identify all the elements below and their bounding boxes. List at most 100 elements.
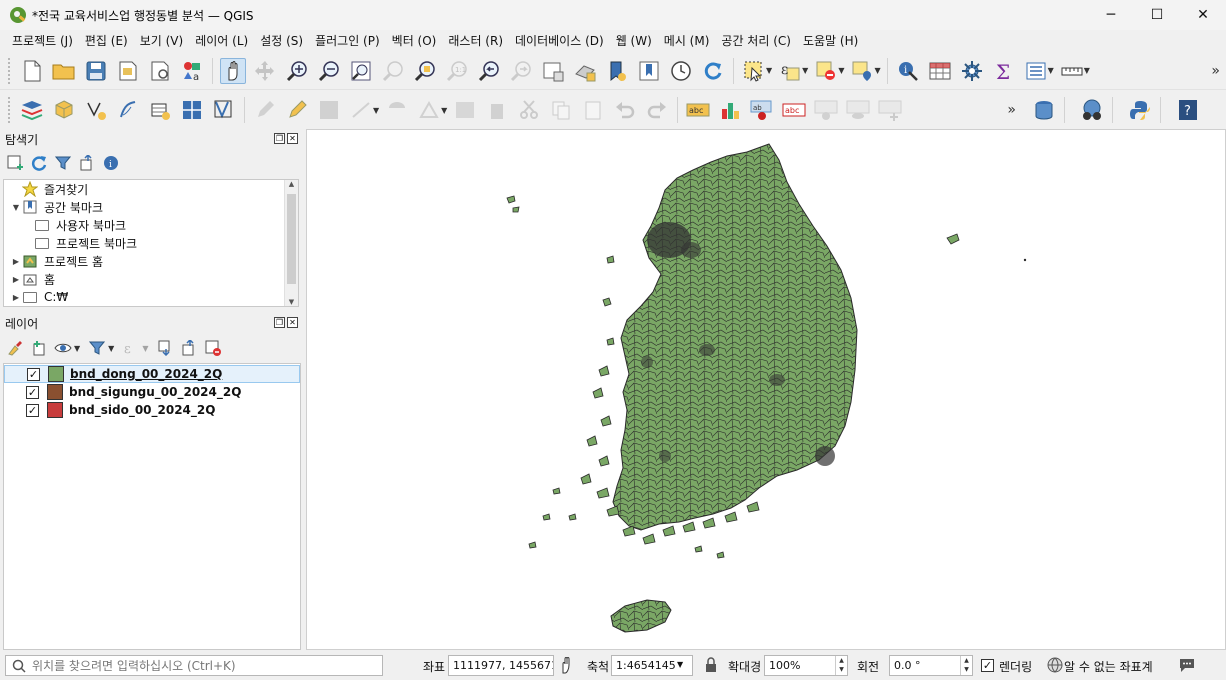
- expand-arrow[interactable]: ▶: [10, 275, 22, 284]
- metasearch-icon[interactable]: [1079, 97, 1105, 123]
- open-project-icon[interactable]: [51, 58, 77, 84]
- pan-icon[interactable]: [220, 57, 246, 84]
- collapse-all-icon[interactable]: [78, 154, 96, 172]
- new-spatialite-icon[interactable]: [115, 97, 141, 123]
- zoom-full-icon[interactable]: [348, 58, 374, 84]
- new-geopackage-icon[interactable]: [51, 97, 77, 123]
- new-mesh-layer-icon[interactable]: [211, 97, 237, 123]
- zoom-out-icon[interactable]: [316, 58, 342, 84]
- paste-features-icon[interactable]: [580, 97, 606, 123]
- undo-icon[interactable]: [612, 97, 638, 123]
- data-source-manager-icon[interactable]: [19, 97, 45, 123]
- filter-legend-icon[interactable]: [88, 339, 106, 357]
- delete-selected-icon[interactable]: [484, 97, 510, 123]
- filter-dropdown-icon[interactable]: ▼: [108, 344, 114, 353]
- layer-visibility-checkbox[interactable]: ✓: [26, 385, 39, 399]
- zoom-to-layer-icon[interactable]: [412, 58, 438, 84]
- toolbar2-overflow-button[interactable]: »: [1007, 102, 1016, 118]
- collapse-arrow[interactable]: ▼: [10, 203, 22, 212]
- open-layer-styling-icon[interactable]: [6, 339, 24, 357]
- help-icon[interactable]: ?: [1175, 97, 1201, 123]
- lock-scale-icon[interactable]: [704, 657, 718, 676]
- layer-symbol-swatch[interactable]: [47, 384, 63, 400]
- redo-icon[interactable]: [644, 97, 670, 123]
- manage-visibility-icon[interactable]: [54, 339, 72, 357]
- close-panel-icon[interactable]: ✕: [287, 133, 298, 144]
- menu-edit[interactable]: 편집 (E): [79, 30, 134, 52]
- pin-label-icon[interactable]: ab: [749, 97, 775, 123]
- highlight-label-icon[interactable]: abc: [781, 97, 807, 123]
- scroll-down-arrow[interactable]: ▼: [285, 298, 298, 306]
- rotation-field[interactable]: 0.0 ° ▲ ▼: [889, 655, 973, 676]
- maximize-button[interactable]: ☐: [1134, 0, 1180, 30]
- current-edits-icon[interactable]: [252, 97, 278, 123]
- processing-toolbox-icon[interactable]: [959, 58, 985, 84]
- new-map-view-icon[interactable]: [540, 58, 566, 84]
- toggle-editing-icon[interactable]: [284, 97, 310, 123]
- menu-mesh[interactable]: 메시 (M): [658, 30, 716, 52]
- scale-dropdown-icon[interactable]: ▼: [677, 660, 683, 669]
- menu-vector[interactable]: 벡터 (O): [386, 30, 443, 52]
- browser-item-project-home[interactable]: ▶ 프로젝트 홈: [4, 252, 298, 270]
- browser-item-drive-c[interactable]: ▶ C:₩: [4, 288, 298, 306]
- expand-arrow[interactable]: ▶: [10, 293, 22, 302]
- move-label-icon[interactable]: [845, 97, 871, 123]
- close-panel-icon[interactable]: ✕: [287, 317, 298, 328]
- menu-project[interactable]: 프로젝트 (J): [6, 30, 79, 52]
- add-group-icon[interactable]: [30, 339, 48, 357]
- db-manager-icon[interactable]: [1031, 97, 1057, 123]
- measure-icon[interactable]: [1059, 58, 1085, 84]
- layer-symbol-swatch[interactable]: [47, 402, 63, 418]
- rotation-spinner[interactable]: ▲ ▼: [960, 656, 972, 675]
- attribute-table-icon[interactable]: [927, 58, 953, 84]
- layer-row-sigungu[interactable]: ✓ bnd_sigungu_00_2024_2Q: [4, 383, 300, 401]
- browser-item-spatial-bookmarks[interactable]: ▼ 공간 북마크: [4, 198, 298, 216]
- expression-dropdown-icon[interactable]: ▼: [142, 344, 148, 353]
- menu-raster[interactable]: 래스터 (R): [442, 30, 509, 52]
- zoom-native-icon[interactable]: 1:1: [444, 58, 470, 84]
- modify-attributes-icon[interactable]: [452, 97, 478, 123]
- properties-info-icon[interactable]: i: [102, 154, 120, 172]
- browser-item-user-bookmarks[interactable]: 사용자 북마크: [4, 216, 298, 234]
- minimize-button[interactable]: ─: [1088, 0, 1134, 30]
- collapse-all-icon[interactable]: [180, 339, 198, 357]
- label-tool-icon[interactable]: abc: [685, 97, 711, 123]
- new-shapefile-icon[interactable]: [83, 97, 109, 123]
- expand-arrow[interactable]: ▶: [10, 257, 22, 266]
- expand-all-icon[interactable]: [156, 339, 174, 357]
- add-selected-layers-icon[interactable]: [6, 154, 24, 172]
- select-features-icon[interactable]: [741, 58, 767, 84]
- cut-features-icon[interactable]: [516, 97, 542, 123]
- float-panel-icon[interactable]: ❐: [274, 317, 285, 328]
- browser-item-favorites[interactable]: 즐겨찾기: [4, 180, 298, 198]
- rotate-label-icon[interactable]: [877, 97, 903, 123]
- copy-features-icon[interactable]: [548, 97, 574, 123]
- browser-item-project-bookmarks[interactable]: 프로젝트 북마크: [4, 234, 298, 252]
- new-bookmark-icon[interactable]: [604, 58, 630, 84]
- close-button[interactable]: ✕: [1180, 0, 1226, 30]
- scroll-up-arrow[interactable]: ▲: [285, 180, 298, 192]
- pan-to-selection-icon[interactable]: [252, 58, 278, 84]
- float-panel-icon[interactable]: ❐: [274, 133, 285, 144]
- zoom-to-selection-icon[interactable]: [380, 58, 406, 84]
- coordinate-toggle-icon[interactable]: [558, 656, 574, 677]
- visibility-dropdown-icon[interactable]: ▼: [74, 344, 80, 353]
- layer-row-sido[interactable]: ✓ bnd_sido_00_2024_2Q: [4, 401, 300, 419]
- python-console-icon[interactable]: [1127, 97, 1153, 123]
- menu-settings[interactable]: 설정 (S): [254, 30, 309, 52]
- locator-search-input[interactable]: 위치를 찾으려면 입력하십시오 (Ctrl+K): [5, 655, 383, 676]
- toolbar-handle[interactable]: [8, 97, 11, 123]
- statistics-icon[interactable]: Σ: [991, 58, 1017, 84]
- show-hide-labels-icon[interactable]: [813, 97, 839, 123]
- render-checkbox[interactable]: ✓: [981, 659, 994, 672]
- refresh-icon[interactable]: [700, 58, 726, 84]
- magnifier-field[interactable]: 100% ▲ ▼: [764, 655, 848, 676]
- zoom-last-icon[interactable]: [476, 58, 502, 84]
- menu-database[interactable]: 데이터베이스 (D): [509, 30, 610, 52]
- map-canvas[interactable]: [306, 129, 1226, 650]
- diagram-icon[interactable]: [717, 97, 743, 123]
- layout-manager-icon[interactable]: [147, 58, 173, 84]
- new-print-layout-icon[interactable]: [115, 58, 141, 84]
- zoom-in-icon[interactable]: [284, 58, 310, 84]
- menu-processing[interactable]: 공간 처리 (C): [715, 30, 797, 52]
